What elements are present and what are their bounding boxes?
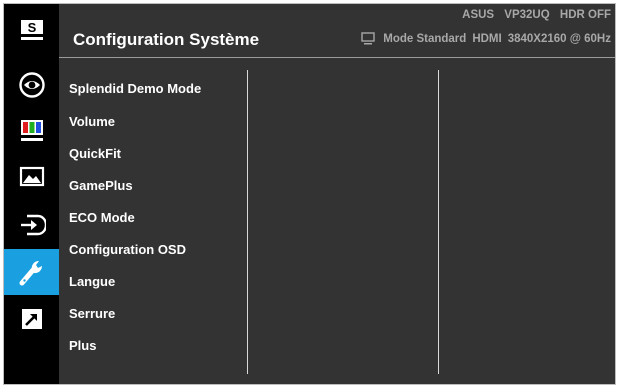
page-title: Configuration Système (73, 30, 260, 49)
rail-item-system-setup[interactable] (4, 249, 59, 295)
brand-label: ASUS (462, 9, 495, 21)
rail-item-color[interactable] (4, 107, 59, 153)
color-bars-icon (20, 120, 43, 141)
menu-item-language[interactable]: Langue (69, 274, 115, 289)
menu-item-quickfit[interactable]: QuickFit (69, 146, 121, 161)
rail-item-input[interactable] (4, 202, 59, 248)
menu-item-key-lock[interactable]: Serrure (69, 306, 115, 321)
menu-item-splendid-demo-mode[interactable]: Splendid Demo Mode (69, 81, 201, 96)
column-divider (438, 70, 439, 374)
rail-item-splendid[interactable]: S (4, 8, 59, 54)
mode-label: Mode Standard (383, 32, 467, 45)
header: Configuration Système ASUS VP32UQ HDR OF… (59, 4, 615, 58)
menu-item-more[interactable]: Plus (69, 338, 96, 353)
column-divider (247, 70, 248, 374)
monitor-icon (361, 32, 375, 45)
signal-status: Mode Standard HDMI 3840X2160 @ 60Hz (361, 32, 611, 45)
image-icon (19, 166, 44, 187)
resolution-label: 3840X2160 @ 60Hz (507, 32, 611, 45)
shortcut-arrow-icon (21, 309, 42, 329)
wrench-icon (19, 260, 42, 286)
rail-item-shortcut[interactable] (4, 296, 59, 342)
input-label: HDMI (472, 32, 502, 45)
menu-item-osd-setup[interactable]: Configuration OSD (69, 242, 186, 257)
hdr-status: HDR OFF (559, 9, 611, 21)
eye-care-icon (18, 72, 45, 98)
menu-item-volume[interactable]: Volume (69, 114, 115, 129)
icon-rail: S (4, 4, 59, 384)
model-label: VP32UQ (504, 9, 550, 21)
osd-window: S Configuration Système ASUS VP32UQ HDR … (3, 3, 616, 385)
input-select-icon (20, 214, 46, 236)
svg-text:S: S (27, 20, 36, 35)
rail-item-eye-care[interactable] (4, 62, 59, 108)
menu-item-eco-mode[interactable]: ECO Mode (69, 210, 135, 225)
model-status: ASUS VP32UQ HDR OFF (455, 9, 611, 21)
splendid-s-icon: S (20, 20, 43, 40)
rail-item-image[interactable] (4, 154, 59, 200)
menu-item-gameplus[interactable]: GamePlus (69, 178, 133, 193)
